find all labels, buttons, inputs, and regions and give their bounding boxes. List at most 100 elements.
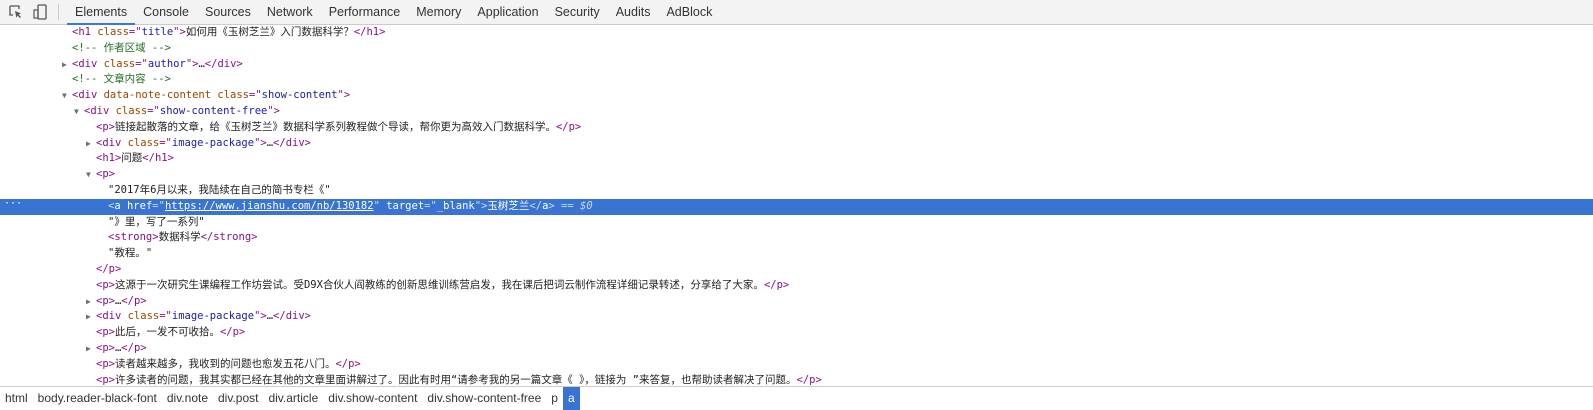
tab-performance[interactable]: Performance <box>321 0 409 25</box>
tag-token: <p> <box>96 373 115 386</box>
tag-token: </strong> <box>200 231 258 244</box>
text-node: 数据科学 <box>158 231 201 244</box>
tag-token: </p> <box>796 373 822 386</box>
breadcrumb-item[interactable]: html <box>0 387 33 410</box>
dom-node-row[interactable]: <p>这源于一次研究生课编程工作坊尝试。受D9X合伙人阎教练的创新思维训练营启发… <box>0 278 1593 294</box>
breadcrumb-item[interactable]: body.reader-black-font <box>33 387 162 410</box>
tag-token: </p> <box>121 294 147 307</box>
attr-value: _blank <box>436 199 475 212</box>
tag-token: <h1 <box>72 26 98 38</box>
tag-token: "> <box>254 136 267 149</box>
toolbar-divider <box>58 4 59 20</box>
dom-node-row[interactable]: <p>此后，一发不可收拾。</p> <box>0 325 1593 341</box>
tab-elements[interactable]: Elements <box>67 0 136 25</box>
tab-adblock[interactable]: AdBlock <box>658 0 720 25</box>
attr-name: class <box>97 26 129 38</box>
tag-token: =" <box>159 136 172 149</box>
dom-node-row[interactable]: ▼ <div class="show-content-free"> <box>0 104 1593 120</box>
breadcrumb-item[interactable]: div.article <box>263 387 323 410</box>
text-node: 如何用《玉树芝兰》入门数据科学？ <box>185 26 354 38</box>
tag-token: </div> <box>273 136 311 149</box>
tag-token: <div <box>72 89 104 102</box>
tag-token: </div> <box>273 310 311 323</box>
dom-node-row[interactable]: <p>链接起散落的文章，给《玉树芝兰》数据科学系列教程做个导读，帮你更为高效入门… <box>0 120 1593 136</box>
tag-token: =" <box>159 310 172 323</box>
tag-token: a <box>114 199 127 212</box>
collapsed-arrow-icon[interactable]: ▶ <box>62 57 72 73</box>
attr-value: image-package <box>171 310 255 323</box>
breadcrumb-item[interactable]: div.show-content <box>323 387 422 410</box>
attr-name: class <box>127 136 160 149</box>
breadcrumb-item[interactable]: div.post <box>213 387 263 410</box>
expanded-arrow-icon[interactable]: ▼ <box>74 104 84 120</box>
tag-token: <div <box>96 310 128 323</box>
dom-node-row[interactable]: <!-- 文章内容 --> <box>0 72 1593 88</box>
dom-node-row[interactable]: ▼ <div data-note-content class="show-cont… <box>0 88 1593 104</box>
dom-node-row[interactable]: <h1 class="title">如何用《玉树芝兰》入门数据科学？</h1> <box>0 25 1593 41</box>
tag-token: </p> <box>219 326 246 339</box>
tag-token: <p> <box>96 168 115 181</box>
text-node: "》里，写了一系列" <box>108 215 205 228</box>
panel-tabs: Elements Console Sources Network Performance… <box>67 0 720 25</box>
text-node: 玉树芝兰 <box>487 199 530 212</box>
attr-value: image-package <box>171 136 255 149</box>
tab-memory[interactable]: Memory <box>408 0 469 25</box>
attr-name: href <box>126 199 153 212</box>
dom-node-row[interactable]: <p>许多读者的问题，我其实都已经在其他的文章里面讲解过了。因此有时用“请参考我… <box>0 373 1593 386</box>
dom-node-row[interactable]: ▶ <p>…</p> <box>0 341 1593 357</box>
attr-name: target <box>386 199 425 212</box>
dom-node-row[interactable]: ▼ <p> <box>0 167 1593 183</box>
tab-network[interactable]: Network <box>259 0 321 25</box>
attr-name: class <box>115 104 148 117</box>
tag-bracket: " <box>373 199 387 212</box>
tag-token: <h1> <box>96 152 122 165</box>
collapsed-arrow-icon[interactable]: ▶ <box>86 294 96 310</box>
comment-node: <!-- 作者区域 --> <box>72 41 171 54</box>
tag-token: "> <box>267 104 280 117</box>
collapsed-arrow-icon[interactable]: ▶ <box>86 309 96 325</box>
expanded-arrow-icon[interactable]: ▼ <box>86 167 96 183</box>
tag-token: </h1> <box>353 26 386 38</box>
tag-token: </p> <box>763 278 790 291</box>
attr-value: show-content-free <box>159 104 268 117</box>
tag-token: "> <box>173 26 186 38</box>
dom-node-row[interactable]: ▶ <div class="author">…</div> <box>0 57 1593 73</box>
tag-token: </p> <box>335 357 361 370</box>
dom-node-row[interactable]: ▶ <p>…</p> <box>0 294 1593 310</box>
expanded-arrow-icon[interactable]: ▼ <box>62 88 72 104</box>
breadcrumb-item[interactable]: p <box>546 387 563 410</box>
dom-node-row[interactable]: <!-- 作者区域 --> <box>0 41 1593 57</box>
dom-node-row[interactable]: ▶ <div class="image-package">…</div> <box>0 309 1593 325</box>
console-ref: == $0 <box>554 199 593 212</box>
tag-token: <p> <box>96 294 115 307</box>
breadcrumb-item[interactable]: a <box>562 387 580 410</box>
dom-node-row[interactable]: "2017年6月以来，我陆续在自己的简书专栏《" <box>0 183 1593 199</box>
node-actions-ellipsis[interactable]: ··· <box>4 196 22 212</box>
dom-node-row[interactable]: ▶ <div class="image-package">…</div> <box>0 136 1593 152</box>
attr-name: class <box>127 310 160 323</box>
dom-node-row[interactable]: </p> <box>0 262 1593 278</box>
attr-value[interactable]: https://www.jianshu.com/nb/130182 <box>165 200 374 212</box>
dom-node-row[interactable]: "》里，写了一系列" <box>0 215 1593 231</box>
inspect-element-icon[interactable] <box>8 4 24 20</box>
device-toolbar-icon[interactable] <box>32 4 48 20</box>
breadcrumb: html body.reader-black-font div.note div.po… <box>0 386 1593 410</box>
tab-console[interactable]: Console <box>135 0 197 25</box>
tab-sources[interactable]: Sources <box>197 0 259 25</box>
tag-token: <p> <box>96 278 115 291</box>
breadcrumb-item[interactable]: div.note <box>162 387 213 410</box>
collapsed-arrow-icon[interactable]: ▶ <box>86 341 96 357</box>
tab-security[interactable]: Security <box>547 0 608 25</box>
tab-application[interactable]: Application <box>469 0 546 25</box>
dom-node-row[interactable]: <p>读者越来越多，我收到的问题也愈发五花八门。</p> <box>0 357 1593 373</box>
dom-node-row[interactable]: <h1>问题</h1> <box>0 151 1593 167</box>
dom-node-row[interactable]: "教程。" <box>0 246 1593 262</box>
tag-bracket: =" <box>152 199 165 212</box>
tag-token: <p> <box>96 357 115 370</box>
dom-node-row[interactable]: <strong>数据科学</strong> <box>0 230 1593 246</box>
breadcrumb-item[interactable]: div.show-content-free <box>422 387 546 410</box>
selected-dom-node[interactable]: ··· <a href="https://www.jianshu.com/nb/1… <box>0 196 1593 215</box>
tab-audits[interactable]: Audits <box>608 0 659 25</box>
collapsed-arrow-icon[interactable]: ▶ <box>86 136 96 152</box>
text-node: "教程。" <box>108 247 153 260</box>
